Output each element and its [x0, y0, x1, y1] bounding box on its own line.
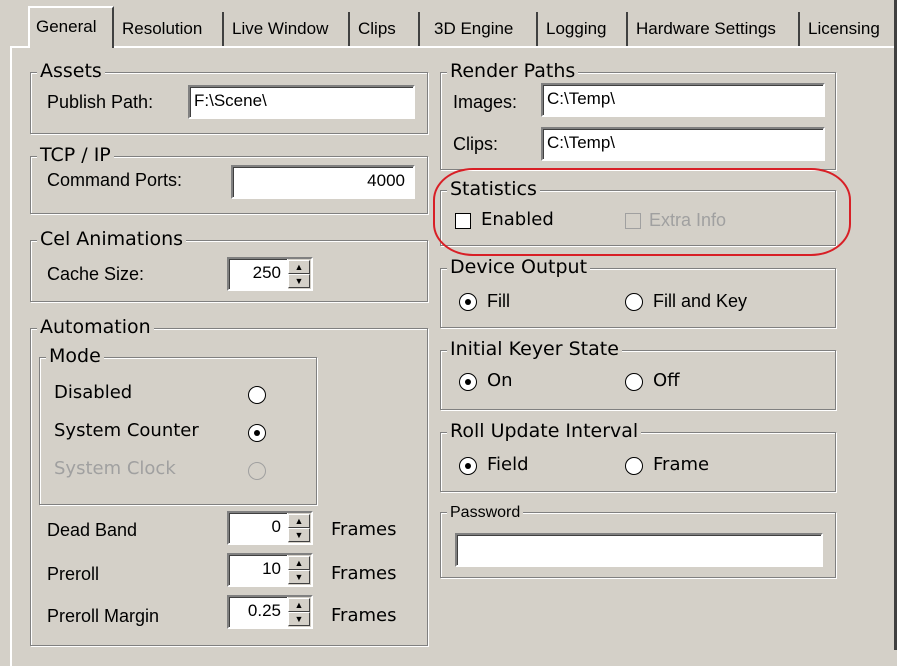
preroll-label: Preroll [47, 564, 100, 584]
roll-field-label: Field [487, 454, 529, 475]
spin-down-icon[interactable]: ▼ [288, 612, 310, 626]
mode-system-clock-radio[interactable] [248, 462, 266, 480]
mode-system-counter-radio[interactable] [248, 424, 266, 442]
render-paths-group: Render Paths Images: C:\Temp\ Clips: C:\… [440, 60, 836, 170]
automation-group: Automation Mode Disabled System Counter … [30, 316, 428, 646]
roll-field-radio[interactable] [459, 457, 477, 475]
command-ports-input[interactable]: 4000 [231, 165, 415, 199]
mode-title: Mode [46, 345, 104, 367]
initial-keyer-state-title: Initial Keyer State [447, 338, 622, 360]
fill-radio[interactable] [459, 293, 477, 311]
cel-animations-group: Cel Animations Cache Size: 250 ▲ ▼ [30, 228, 428, 302]
preroll-spinner[interactable]: ▲ ▼ [287, 555, 311, 585]
publish-path-input[interactable]: F:\Scene\ [188, 85, 415, 119]
automation-title: Automation [37, 316, 154, 338]
password-title: Password [447, 502, 524, 524]
assets-group: Assets Publish Path: F:\Scene\ [30, 60, 428, 134]
fill-label: Fill [487, 291, 510, 311]
render-paths-title: Render Paths [447, 60, 579, 82]
dead-band-label: Dead Band [47, 520, 138, 540]
keyer-on-label: On [487, 370, 513, 391]
tab-logging[interactable]: Logging [540, 12, 628, 46]
fill-and-key-radio[interactable] [625, 293, 643, 311]
roll-update-interval-group: Roll Update Interval Field Frame [440, 420, 836, 492]
roll-frame-radio[interactable] [625, 457, 643, 475]
images-path-input[interactable]: C:\Temp\ [541, 83, 825, 117]
spin-up-icon[interactable]: ▲ [288, 514, 310, 528]
images-path-label: Images: [453, 92, 518, 112]
preroll-frames-label: Frames [331, 563, 397, 584]
mode-system-counter-label: System Counter [54, 420, 199, 441]
tab-strip: General Resolution Live Window Clips 3D … [10, 0, 897, 48]
clips-path-label: Clips: [453, 134, 499, 154]
fill-and-key-label: Fill and Key [653, 291, 748, 311]
cache-size-spinner[interactable]: ▲ ▼ [287, 259, 311, 289]
dead-band-frames-label: Frames [331, 519, 397, 540]
spin-down-icon[interactable]: ▼ [288, 570, 310, 584]
cel-animations-title: Cel Animations [37, 228, 187, 250]
tab-hardware-settings[interactable]: Hardware Settings [630, 12, 800, 46]
mode-group: Mode Disabled System Counter System Cloc… [39, 345, 317, 505]
spin-up-icon[interactable]: ▲ [288, 260, 310, 274]
roll-update-interval-title: Roll Update Interval [447, 420, 642, 442]
spin-up-icon[interactable]: ▲ [288, 556, 310, 570]
assets-title: Assets [37, 60, 105, 82]
tcp-ip-title: TCP / IP [37, 144, 114, 166]
spin-up-icon[interactable]: ▲ [288, 598, 310, 612]
publish-path-label: Publish Path: [47, 92, 154, 112]
device-output-title: Device Output [447, 256, 591, 278]
preroll-margin-frames-label: Frames [331, 605, 397, 626]
keyer-on-radio[interactable] [459, 373, 477, 391]
mode-disabled-radio[interactable] [248, 386, 266, 404]
mode-system-clock-label: System Clock [54, 458, 176, 479]
tab-licensing[interactable]: Licensing [802, 12, 897, 46]
tab-general[interactable]: General [28, 6, 114, 48]
preroll-margin-label: Preroll Margin [47, 606, 160, 626]
preroll-margin-spinner[interactable]: ▲ ▼ [287, 597, 311, 627]
spin-down-icon[interactable]: ▼ [288, 528, 310, 542]
tab-resolution[interactable]: Resolution [116, 12, 224, 46]
clips-path-input[interactable]: C:\Temp\ [541, 127, 825, 161]
roll-frame-label: Frame [653, 454, 710, 475]
password-group: Password [440, 502, 836, 578]
tab-3d-engine[interactable]: 3D Engine [428, 12, 538, 46]
tab-live-window[interactable]: Live Window [226, 12, 350, 46]
highlight-ellipse [433, 168, 851, 256]
cache-size-label: Cache Size: [47, 264, 145, 284]
dead-band-spinner[interactable]: ▲ ▼ [287, 513, 311, 543]
tab-clips[interactable]: Clips [352, 12, 420, 46]
spin-down-icon[interactable]: ▼ [288, 274, 310, 288]
password-input[interactable] [455, 533, 823, 567]
initial-keyer-state-group: Initial Keyer State On Off [440, 338, 836, 410]
keyer-off-radio[interactable] [625, 373, 643, 391]
keyer-off-label: Off [653, 370, 680, 391]
tcp-ip-group: TCP / IP Command Ports: 4000 [30, 144, 428, 214]
device-output-group: Device Output Fill Fill and Key [440, 256, 836, 328]
mode-disabled-label: Disabled [54, 382, 133, 403]
command-ports-label: Command Ports: [47, 170, 183, 190]
